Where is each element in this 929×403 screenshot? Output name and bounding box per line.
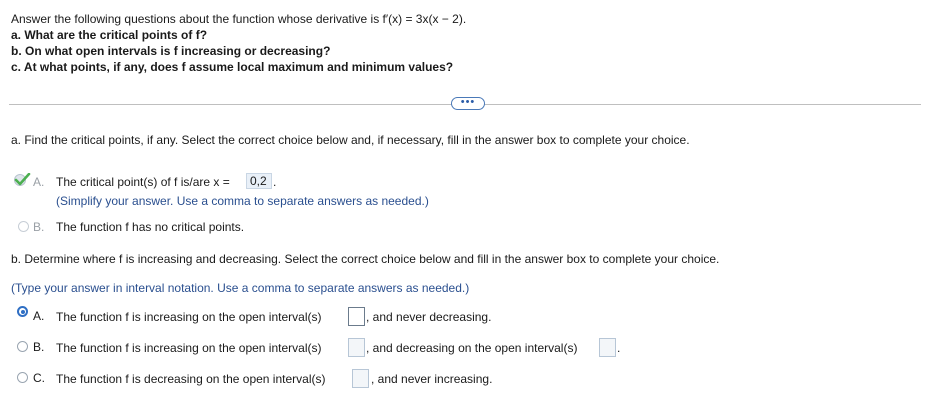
section-b-option-a-text: The function f is increasing on the open… (56, 310, 322, 324)
section-a-option-b-text: The function f has no critical points. (56, 220, 245, 234)
section-b-option-b-radio[interactable] (17, 341, 28, 352)
section-b-option-b-middle: , and decreasing on the open interval(s) (366, 341, 578, 355)
section-b-option-b-letter: B. (33, 340, 45, 354)
section-a-option-b-radio[interactable] (18, 221, 29, 232)
section-b-option-b-tail: . (617, 341, 621, 355)
section-b-prompt: b. Determine where f is increasing and d… (11, 252, 720, 266)
section-b-hint: (Type your answer in interval notation. … (11, 281, 470, 295)
decreasing-interval-input-b[interactable] (599, 338, 616, 357)
critical-points-answer[interactable]: 0,2 (246, 173, 272, 189)
section-b-option-a-letter: A. (33, 309, 45, 323)
section-a-prompt: a. Find the critical points, if any. Sel… (11, 133, 690, 147)
question-part-a: a. What are the critical points of f? (11, 28, 208, 42)
question-part-c: c. At what points, if any, does f assume… (11, 60, 454, 74)
section-a-option-a-text: The critical point(s) of f is/are x = (56, 175, 230, 189)
increasing-interval-input-a[interactable] (348, 307, 365, 326)
question-part-b: b. On what open intervals is f increasin… (11, 44, 331, 58)
section-b-option-c-text: The function f is decreasing on the open… (56, 372, 326, 386)
increasing-interval-input-b[interactable] (348, 338, 365, 357)
section-b-option-c-letter: C. (33, 371, 45, 385)
section-a-option-a-letter: A. (33, 175, 45, 189)
question-intro: Answer the following questions about the… (11, 12, 467, 26)
decreasing-interval-input-c[interactable] (352, 369, 369, 388)
section-b-option-b-text: The function f is increasing on the open… (56, 341, 322, 355)
section-a-option-b-letter: B. (33, 220, 45, 234)
section-b-option-a-radio[interactable] (17, 306, 28, 317)
section-b-option-c-radio[interactable] (17, 372, 28, 383)
section-a-hint: (Simplify your answer. Use a comma to se… (56, 194, 429, 208)
check-correct-icon (14, 173, 31, 186)
more-options-button[interactable]: ••• (451, 97, 485, 110)
section-b-option-a-tail: , and never decreasing. (366, 310, 492, 324)
section-a-option-a-period: . (273, 175, 277, 189)
section-b-option-c-tail: , and never increasing. (371, 372, 493, 386)
